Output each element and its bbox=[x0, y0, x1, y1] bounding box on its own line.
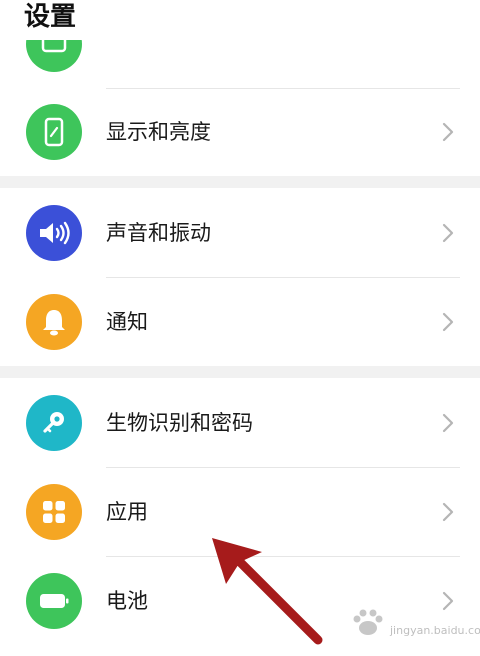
speaker-icon bbox=[26, 205, 82, 261]
settings-row-notification-label: 通知 bbox=[106, 310, 148, 334]
display-brightness-icon bbox=[26, 104, 82, 160]
settings-row-biometrics-label: 生物识别和密码 bbox=[106, 411, 253, 435]
bell-icon bbox=[26, 294, 82, 350]
settings-row-display-label: 显示和亮度 bbox=[106, 120, 211, 144]
chevron-right-icon bbox=[442, 312, 454, 332]
settings-group-sound: 声音和振动 通知 bbox=[0, 188, 480, 366]
baidu-watermark: jingyan.baidu.com bbox=[348, 606, 480, 642]
battery-icon bbox=[26, 573, 82, 629]
chevron-right-icon bbox=[442, 502, 454, 522]
section-gap bbox=[0, 176, 480, 188]
chevron-right-icon bbox=[442, 413, 454, 433]
chevron-right-icon bbox=[442, 223, 454, 243]
settings-row-notification[interactable]: 通知 bbox=[0, 278, 480, 366]
settings-row-apps[interactable]: 应用 bbox=[0, 468, 480, 556]
settings-row-biometrics[interactable]: 生物识别和密码 bbox=[0, 379, 480, 467]
settings-row-display[interactable]: 显示和亮度 bbox=[0, 88, 480, 176]
chevron-right-icon bbox=[442, 122, 454, 142]
app-header: 设置 bbox=[0, 0, 480, 40]
page-title: 设置 bbox=[24, 2, 77, 32]
settings-row-apps-label: 应用 bbox=[106, 500, 148, 524]
settings-row-sound[interactable]: 声音和振动 bbox=[0, 189, 480, 277]
watermark-text: jingyan.baidu.com bbox=[390, 624, 480, 637]
section-gap bbox=[0, 366, 480, 378]
settings-row-battery-label: 电池 bbox=[106, 589, 148, 613]
key-icon bbox=[26, 395, 82, 451]
settings-row-sound-label: 声音和振动 bbox=[106, 221, 211, 245]
baidu-paw-logo bbox=[353, 609, 383, 635]
apps-grid-icon bbox=[26, 484, 82, 540]
